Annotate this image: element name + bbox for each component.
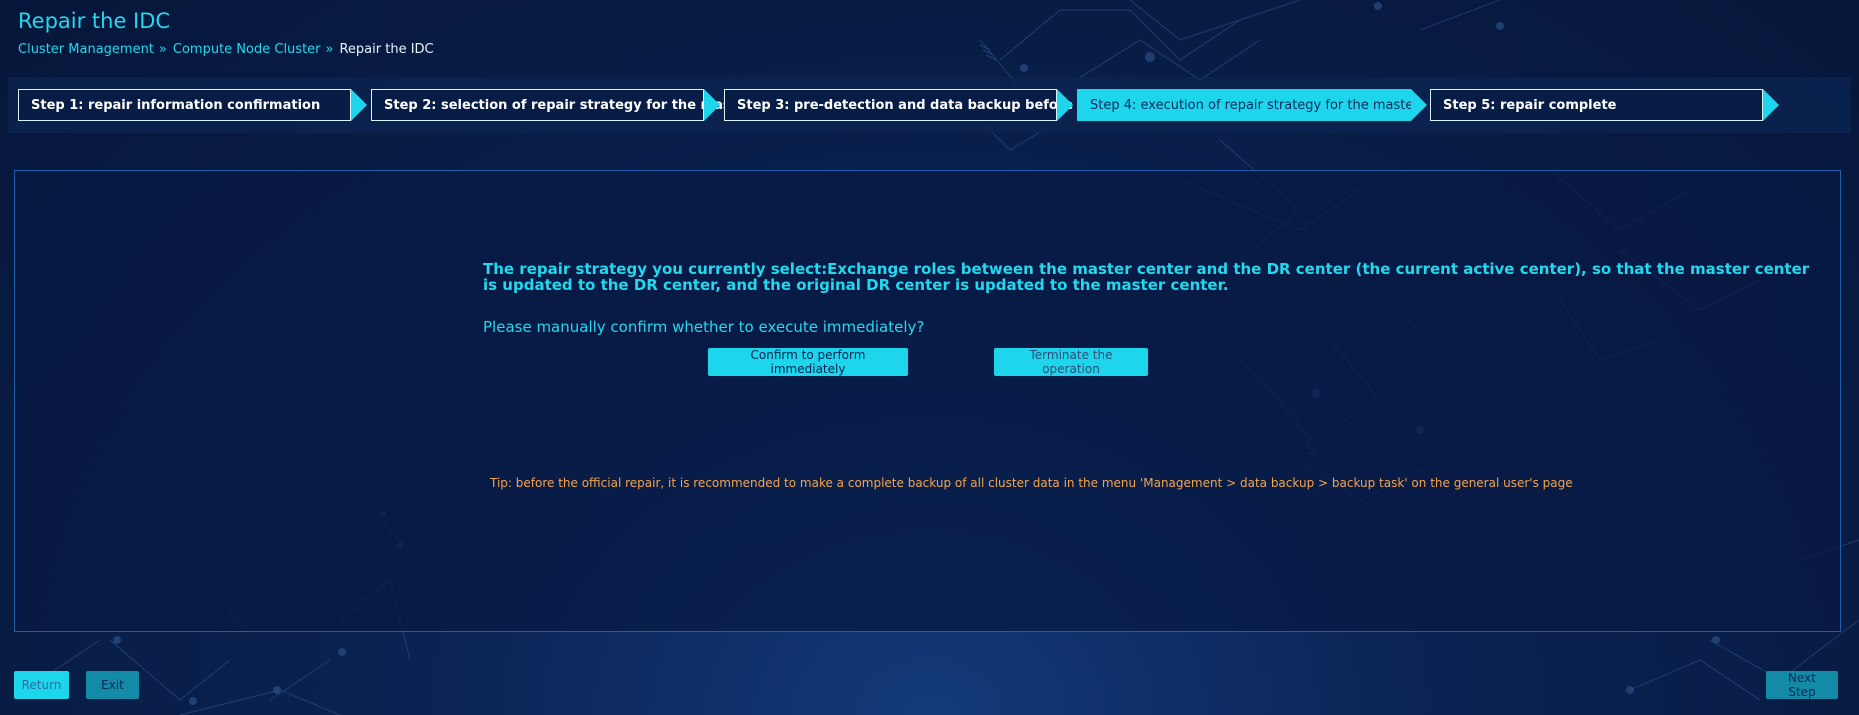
step-3-arrow-icon [1057, 89, 1073, 121]
backup-tip: Tip: before the official repair, it is r… [490, 476, 1573, 490]
step-5-arrow-icon [1763, 89, 1779, 121]
step-5-label[interactable]: Step 5: repair complete [1430, 89, 1763, 121]
step-4-label[interactable]: Step 4: execution of repair strategy for… [1077, 89, 1465, 121]
breadcrumb: Cluster Management » Compute Node Cluste… [18, 42, 434, 57]
breadcrumb-cluster-management[interactable]: Cluster Management [18, 42, 154, 57]
step-1-arrow-icon [351, 89, 367, 121]
next-step-button[interactable]: Next Step [1766, 671, 1838, 699]
main-content-panel [14, 170, 1841, 632]
repair-strategy-text: The repair strategy you currently select… [483, 260, 1810, 294]
exit-button[interactable]: Exit [86, 671, 139, 699]
steps-progress-bar: Step 1: repair information confirmation … [8, 77, 1851, 133]
step-2-label[interactable]: Step 2: selection of repair strategy for… [371, 89, 804, 121]
confirm-execute-button[interactable]: Confirm to perform immediately [708, 348, 908, 376]
confirm-question: Please manually confirm whether to execu… [483, 318, 925, 336]
breadcrumb-current-page: Repair the IDC [339, 42, 434, 57]
breadcrumb-compute-node-cluster[interactable]: Compute Node Cluster [173, 42, 321, 57]
return-button[interactable]: Return [14, 671, 69, 699]
breadcrumb-separator-icon: » [158, 42, 167, 57]
step-3-label[interactable]: Step 3: pre-detection and data backup be… [724, 89, 1122, 121]
step-2-arrow-icon [704, 89, 720, 121]
step-4-arrow-icon [1411, 89, 1427, 121]
terminate-operation-button[interactable]: Terminate the operation [994, 348, 1148, 376]
step-1-label[interactable]: Step 1: repair information confirmation [18, 89, 351, 121]
breadcrumb-separator-icon: » [325, 42, 334, 57]
page-title: Repair the IDC [18, 9, 171, 33]
